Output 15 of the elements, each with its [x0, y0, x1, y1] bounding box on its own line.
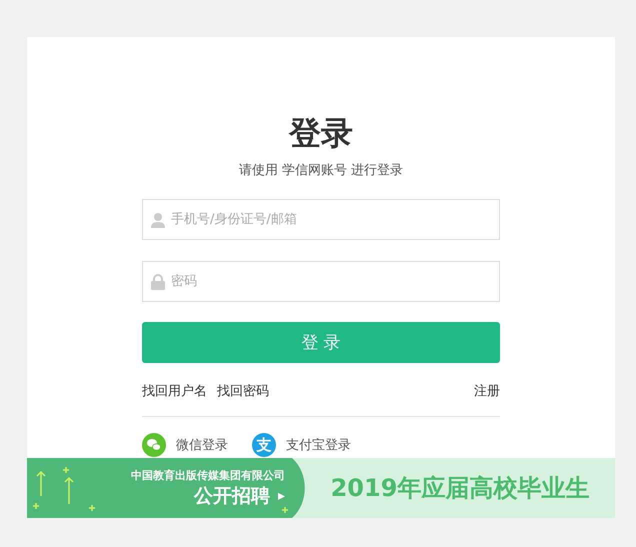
recruitment-heading: 公开招聘 ▸ [194, 484, 285, 508]
subtitle: 请使用 学信网账号 进行登录 [238, 162, 404, 179]
recovery-link[interactable]: 找回用户名 [142, 382, 207, 400]
password-field[interactable]: 密码 [142, 261, 500, 302]
account-field[interactable]: 手机号/身份证号/邮箱 [142, 199, 500, 240]
banner-headline: 2019年应届高校毕业生 [330, 473, 590, 504]
company-name: 中国教育出版传媒集团有限公司 [131, 468, 285, 482]
register-link[interactable]: 注册 [474, 382, 500, 400]
recovery-link[interactable]: 找回密码 [217, 382, 269, 400]
lock-icon [151, 274, 165, 290]
user-icon [151, 212, 165, 228]
social-login-link[interactable]: 支付宝登录 [286, 436, 351, 454]
page-title: 登录 [289, 113, 353, 153]
alipay-icon: 支 [252, 433, 276, 457]
social-login-link[interactable]: 微信登录 [176, 436, 228, 454]
